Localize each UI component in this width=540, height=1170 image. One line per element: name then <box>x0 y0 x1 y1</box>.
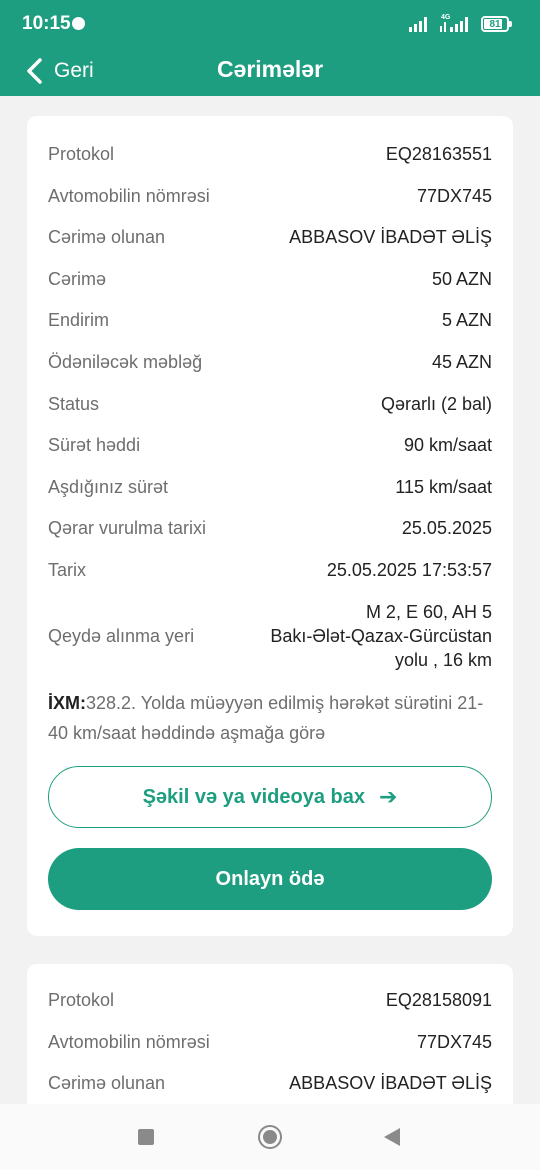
signal-icon <box>409 17 427 32</box>
row-value: 45 AZN <box>431 351 492 372</box>
row-label: Avtomobilin nömrəsi <box>48 185 210 206</box>
ixm-text: İXM:328.2. Yolda müəyyən edilmiş hərəkət… <box>48 688 492 748</box>
row-decision-date: Qərar vurulma tarixi 25.05.2025 <box>48 514 492 542</box>
row-label: Aşdığınız sürət <box>48 476 169 497</box>
row-value: 90 km/saat <box>403 434 492 455</box>
page-title: Cərimələr <box>216 56 324 82</box>
row-status: Status Qərarlı (2 bal) <box>48 390 492 418</box>
row-value: EQ28163551 <box>385 143 492 164</box>
row-location: Qeydə alınma yeri M 2, E 60, AH 5 Bakı-Ə… <box>48 600 492 672</box>
row-label: Sürət həddi <box>48 434 141 455</box>
square-icon[interactable] <box>138 1129 154 1145</box>
system-nav-bar <box>0 1104 540 1170</box>
fine-card: Protokol EQ28163551 Avtomobilin nömrəsi … <box>27 116 513 936</box>
row-label: Qərar vurulma tarixi <box>48 517 207 538</box>
row-fined-person: Cərimə olunan ABBASOV İBADƏT ƏLİŞ <box>48 223 492 251</box>
row-value: 77DX745 <box>416 1031 492 1052</box>
row-value: 25.05.2025 17:53:57 <box>326 559 492 580</box>
row-value: Qərarlı (2 bal) <box>380 393 492 414</box>
battery-level: 81 <box>489 18 501 30</box>
row-value: 50 AZN <box>431 268 492 289</box>
circle-icon[interactable] <box>258 1125 282 1149</box>
ixm-prefix: İXM: <box>48 693 86 713</box>
row-amount-due: Ödəniləcək məbləğ 45 AZN <box>48 348 492 376</box>
row-label: Cərimə olunan <box>48 1072 166 1093</box>
status-time: 10:15 <box>22 13 71 34</box>
arrow-right-icon: ➔ <box>378 784 398 809</box>
row-label: Avtomobilin nömrəsi <box>48 1031 210 1052</box>
row-fined-person: Cərimə olunan ABBASOV İBADƏT ƏLİŞ <box>48 1069 492 1097</box>
row-label: Ödəniləcək məbləğ <box>48 351 203 372</box>
row-label: Cərimə olunan <box>48 226 166 247</box>
row-value: M 2, E 60, AH 5 Bakı-Ələt-Qazax-Gürcüsta… <box>270 600 492 672</box>
row-label: Protokol <box>48 143 115 164</box>
row-value: EQ28158091 <box>385 989 492 1010</box>
row-label: Qeydə alınma yeri <box>48 625 195 646</box>
row-plate: Avtomobilin nömrəsi 77DX745 <box>48 1028 492 1056</box>
row-discount: Endirim 5 AZN <box>48 306 492 334</box>
pay-online-button[interactable]: Onlayn ödə <box>48 848 492 910</box>
network-type: 4G <box>441 14 451 21</box>
battery-icon: 81 <box>481 16 512 32</box>
location-line: yolu , 16 km <box>394 650 492 670</box>
row-protocol: Protokol EQ28163551 <box>48 140 492 168</box>
status-bar: 10:15 4G 81 <box>0 0 540 48</box>
row-fine: Cərimə 50 AZN <box>48 265 492 293</box>
row-value: ABBASOV İBADƏT ƏLİŞ <box>289 226 492 247</box>
row-date: Tarix 25.05.2025 17:53:57 <box>48 556 492 584</box>
view-media-button[interactable]: Şəkil və ya videoya bax ➔ <box>48 766 492 828</box>
row-plate: Avtomobilin nömrəsi 77DX745 <box>48 182 492 210</box>
row-value: 25.05.2025 <box>401 517 492 538</box>
row-value: 77DX745 <box>416 185 492 206</box>
location-line: M 2, E 60, AH 5 <box>365 602 492 622</box>
row-label: Tarix <box>48 559 87 580</box>
notification-icon <box>72 17 85 30</box>
triangle-back-icon[interactable] <box>384 1128 400 1146</box>
pay-online-label: Onlayn ödə <box>215 867 325 890</box>
ixm-description: 328.2. Yolda müəyyən edilmiş hərəkət sür… <box>48 693 484 743</box>
row-speed-limit: Sürət həddi 90 km/saat <box>48 431 492 459</box>
row-value: ABBASOV İBADƏT ƏLİŞ <box>289 1072 492 1093</box>
row-label: Cərimə <box>48 268 107 289</box>
row-protocol: Protokol EQ28158091 <box>48 986 492 1014</box>
row-label: Endirim <box>48 309 110 330</box>
row-label: Status <box>48 393 100 414</box>
signal-2-icon <box>450 17 468 32</box>
row-exceeded-speed: Aşdığınız sürət 115 km/saat <box>48 473 492 501</box>
location-line: Bakı-Ələt-Qazax-Gürcüstan <box>270 626 492 646</box>
network-arrows-icon <box>440 22 446 32</box>
view-media-label: Şəkil və ya videoya bax <box>142 785 365 808</box>
row-value: 5 AZN <box>441 309 492 330</box>
row-label: Protokol <box>48 989 115 1010</box>
row-value: 115 km/saat <box>395 476 492 497</box>
app-bar: Geri Cərimələr <box>0 48 540 96</box>
